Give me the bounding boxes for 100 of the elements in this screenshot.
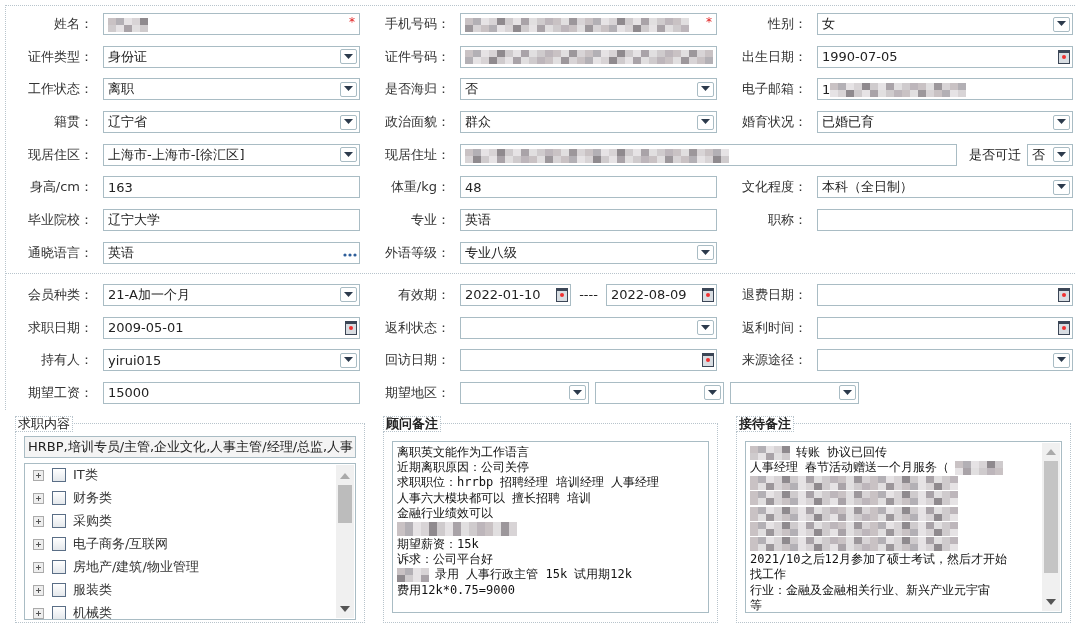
field-label: 期望工资： bbox=[27, 383, 94, 402]
date-field[interactable]: 2022-08-09 bbox=[605, 283, 717, 306]
expand-icon[interactable] bbox=[33, 561, 44, 573]
dropdown-field[interactable]: 群众 bbox=[460, 111, 717, 134]
tree-item[interactable]: IT类 bbox=[73, 466, 98, 485]
field-label: 职称： bbox=[767, 211, 808, 230]
field-label: 证件类型： bbox=[27, 47, 94, 66]
calendar-icon[interactable] bbox=[702, 287, 714, 302]
selected-jobs-field[interactable]: HRBP,培训专员/主管,企业文化,人事主管/经理/总监,人事 bbox=[24, 435, 356, 458]
expand-icon[interactable] bbox=[33, 492, 44, 504]
tree-item[interactable]: 服装类 bbox=[73, 581, 112, 600]
scroll-down-icon[interactable] bbox=[1046, 598, 1056, 605]
dropdown-field[interactable]: 21-A加一个月 bbox=[103, 283, 360, 306]
calendar-icon[interactable] bbox=[1058, 287, 1070, 302]
text-field[interactable] bbox=[460, 143, 957, 166]
note-line: 人事六大模块都可以 擅长招聘 培训 bbox=[397, 490, 592, 507]
notes-textarea[interactable]: 转账 协议已回传 人事经理 春节活动赠送一个月服务（ 2021/10之后12月参加了硕士考试，然后才开始 找工作 行业：金融及金融相关行业、新兴产业元宇宙 等 bbox=[745, 440, 1062, 613]
note-line: 行业：金融及金融相关行业、新兴产业元宇宙 bbox=[750, 582, 990, 598]
dropdown-field[interactable]: 已婚已育 bbox=[817, 111, 1073, 134]
text-field[interactable]: * bbox=[103, 13, 360, 35]
lookup-field[interactable]: 英语 bbox=[103, 241, 360, 264]
scrollbar[interactable] bbox=[1042, 442, 1060, 611]
scrollbar-thumb[interactable] bbox=[338, 484, 352, 523]
calendar-icon[interactable] bbox=[556, 287, 569, 302]
date-field[interactable]: 1990-07-05 bbox=[817, 45, 1073, 68]
expand-icon[interactable] bbox=[33, 538, 44, 550]
text-field[interactable]: * bbox=[460, 13, 717, 35]
note-line: 转账 协议已回传 bbox=[796, 444, 888, 461]
dropdown-field[interactable]: 女 bbox=[817, 13, 1073, 35]
dropdown-field[interactable]: 否 bbox=[460, 78, 717, 101]
dropdown-field[interactable]: 离职 bbox=[103, 78, 360, 101]
checkbox[interactable] bbox=[52, 537, 66, 552]
field-label: 专业： bbox=[410, 211, 451, 230]
text-field[interactable]: 1 bbox=[817, 78, 1073, 101]
dropdown-field[interactable]: 专业八级 bbox=[460, 241, 717, 264]
dropdown-field[interactable]: 辽宁省 bbox=[103, 111, 360, 134]
field-label: 现居住址： bbox=[384, 145, 451, 164]
field-label: 是否海归： bbox=[384, 80, 451, 99]
field-label: 婚育状况： bbox=[741, 113, 808, 132]
expand-icon[interactable] bbox=[33, 469, 44, 481]
note-line: 近期离职原因：公司关停 bbox=[397, 460, 529, 476]
date-field[interactable] bbox=[817, 283, 1073, 306]
note-line: 期望薪资：15k bbox=[397, 536, 479, 552]
expand-icon[interactable] bbox=[33, 515, 44, 527]
tree-item[interactable]: 电子商务/互联网 bbox=[73, 535, 169, 554]
scrollbar-thumb[interactable] bbox=[1044, 460, 1058, 573]
text-field[interactable]: 英语 bbox=[460, 209, 717, 232]
field-label: 身高/cm： bbox=[28, 178, 94, 197]
checkbox[interactable] bbox=[52, 491, 66, 506]
dropdown-field[interactable] bbox=[817, 349, 1073, 372]
date-field[interactable] bbox=[460, 349, 717, 372]
tree-item[interactable]: 采购类 bbox=[73, 512, 112, 531]
date-field[interactable]: 2009-05-01 bbox=[103, 316, 360, 339]
dropdown-field[interactable]: 上海市-上海市-[徐汇区] bbox=[103, 143, 360, 166]
text-field[interactable] bbox=[460, 45, 717, 68]
notes-textarea[interactable]: 离职英文能作为工作语言 近期离职原因：公司关停 求职职位：hrrbp 招聘经理 培训经理 人事经理 人事六大模块都可以 擅长招聘 培训 金融行业绩效可以 期望薪资：15k 诉求：公司平台好 录用 人事行政主管 15k 试用期12k 费用12k*0.75=9000 bbox=[392, 440, 709, 613]
date-field[interactable] bbox=[817, 316, 1073, 339]
field-label: 是否可迁 bbox=[969, 145, 1021, 164]
calendar-icon[interactable] bbox=[1058, 320, 1070, 335]
dropdown-field[interactable] bbox=[595, 381, 724, 404]
field-label: 外语等级： bbox=[384, 243, 451, 262]
text-field[interactable]: 48 bbox=[460, 176, 717, 199]
expand-icon[interactable] bbox=[33, 607, 44, 619]
note-line: 求职职位：hrrbp 招聘经理 培训经理 人事经理 bbox=[397, 475, 659, 491]
checkbox[interactable] bbox=[52, 560, 66, 575]
field-label: 回访日期： bbox=[384, 351, 451, 370]
tree-item[interactable]: 机械类 bbox=[73, 604, 112, 619]
field-label: 现居住区： bbox=[27, 145, 94, 164]
dropdown-field[interactable]: 本科（全日制） bbox=[817, 176, 1073, 199]
field-label: 会员种类： bbox=[27, 285, 94, 304]
date-field[interactable]: 2022-01-10 bbox=[460, 283, 572, 306]
dropdown-field[interactable]: 身份证 bbox=[103, 45, 360, 68]
checkbox[interactable] bbox=[52, 606, 66, 619]
scrollbar[interactable] bbox=[336, 464, 354, 618]
text-field[interactable] bbox=[817, 209, 1073, 232]
note-line: 人事经理 春节活动赠送一个月服务（ bbox=[750, 460, 950, 476]
dropdown-field[interactable]: yirui015 bbox=[103, 349, 360, 372]
text-field[interactable]: 辽宁大学 bbox=[103, 209, 360, 232]
text-field[interactable]: 15000 bbox=[103, 381, 360, 404]
expand-icon[interactable] bbox=[33, 584, 44, 596]
field-label: 返利状态： bbox=[384, 318, 451, 337]
text-field[interactable]: 163 bbox=[103, 176, 360, 199]
note-line: 等 bbox=[750, 597, 762, 612]
calendar-icon[interactable] bbox=[1058, 49, 1070, 64]
calendar-icon[interactable] bbox=[345, 320, 357, 335]
dropdown-field[interactable] bbox=[460, 316, 717, 339]
checkbox[interactable] bbox=[52, 468, 66, 483]
field-label: 籍贯： bbox=[53, 113, 94, 132]
dropdown-field[interactable] bbox=[460, 381, 589, 404]
dropdown-field[interactable] bbox=[730, 381, 859, 404]
scroll-down-icon[interactable] bbox=[340, 605, 350, 612]
note-line: 金融行业绩效可以 bbox=[397, 506, 493, 522]
checkbox[interactable] bbox=[52, 514, 66, 529]
calendar-icon[interactable] bbox=[702, 353, 714, 368]
checkbox[interactable] bbox=[52, 583, 66, 598]
group-title: 接待备注 bbox=[736, 415, 794, 432]
tree-item[interactable]: 财务类 bbox=[73, 489, 112, 508]
field-label: 电子邮箱： bbox=[741, 80, 808, 99]
dropdown-field[interactable]: 否 bbox=[1027, 143, 1073, 166]
tree-item[interactable]: 房地产/建筑/物业管理 bbox=[73, 558, 199, 577]
